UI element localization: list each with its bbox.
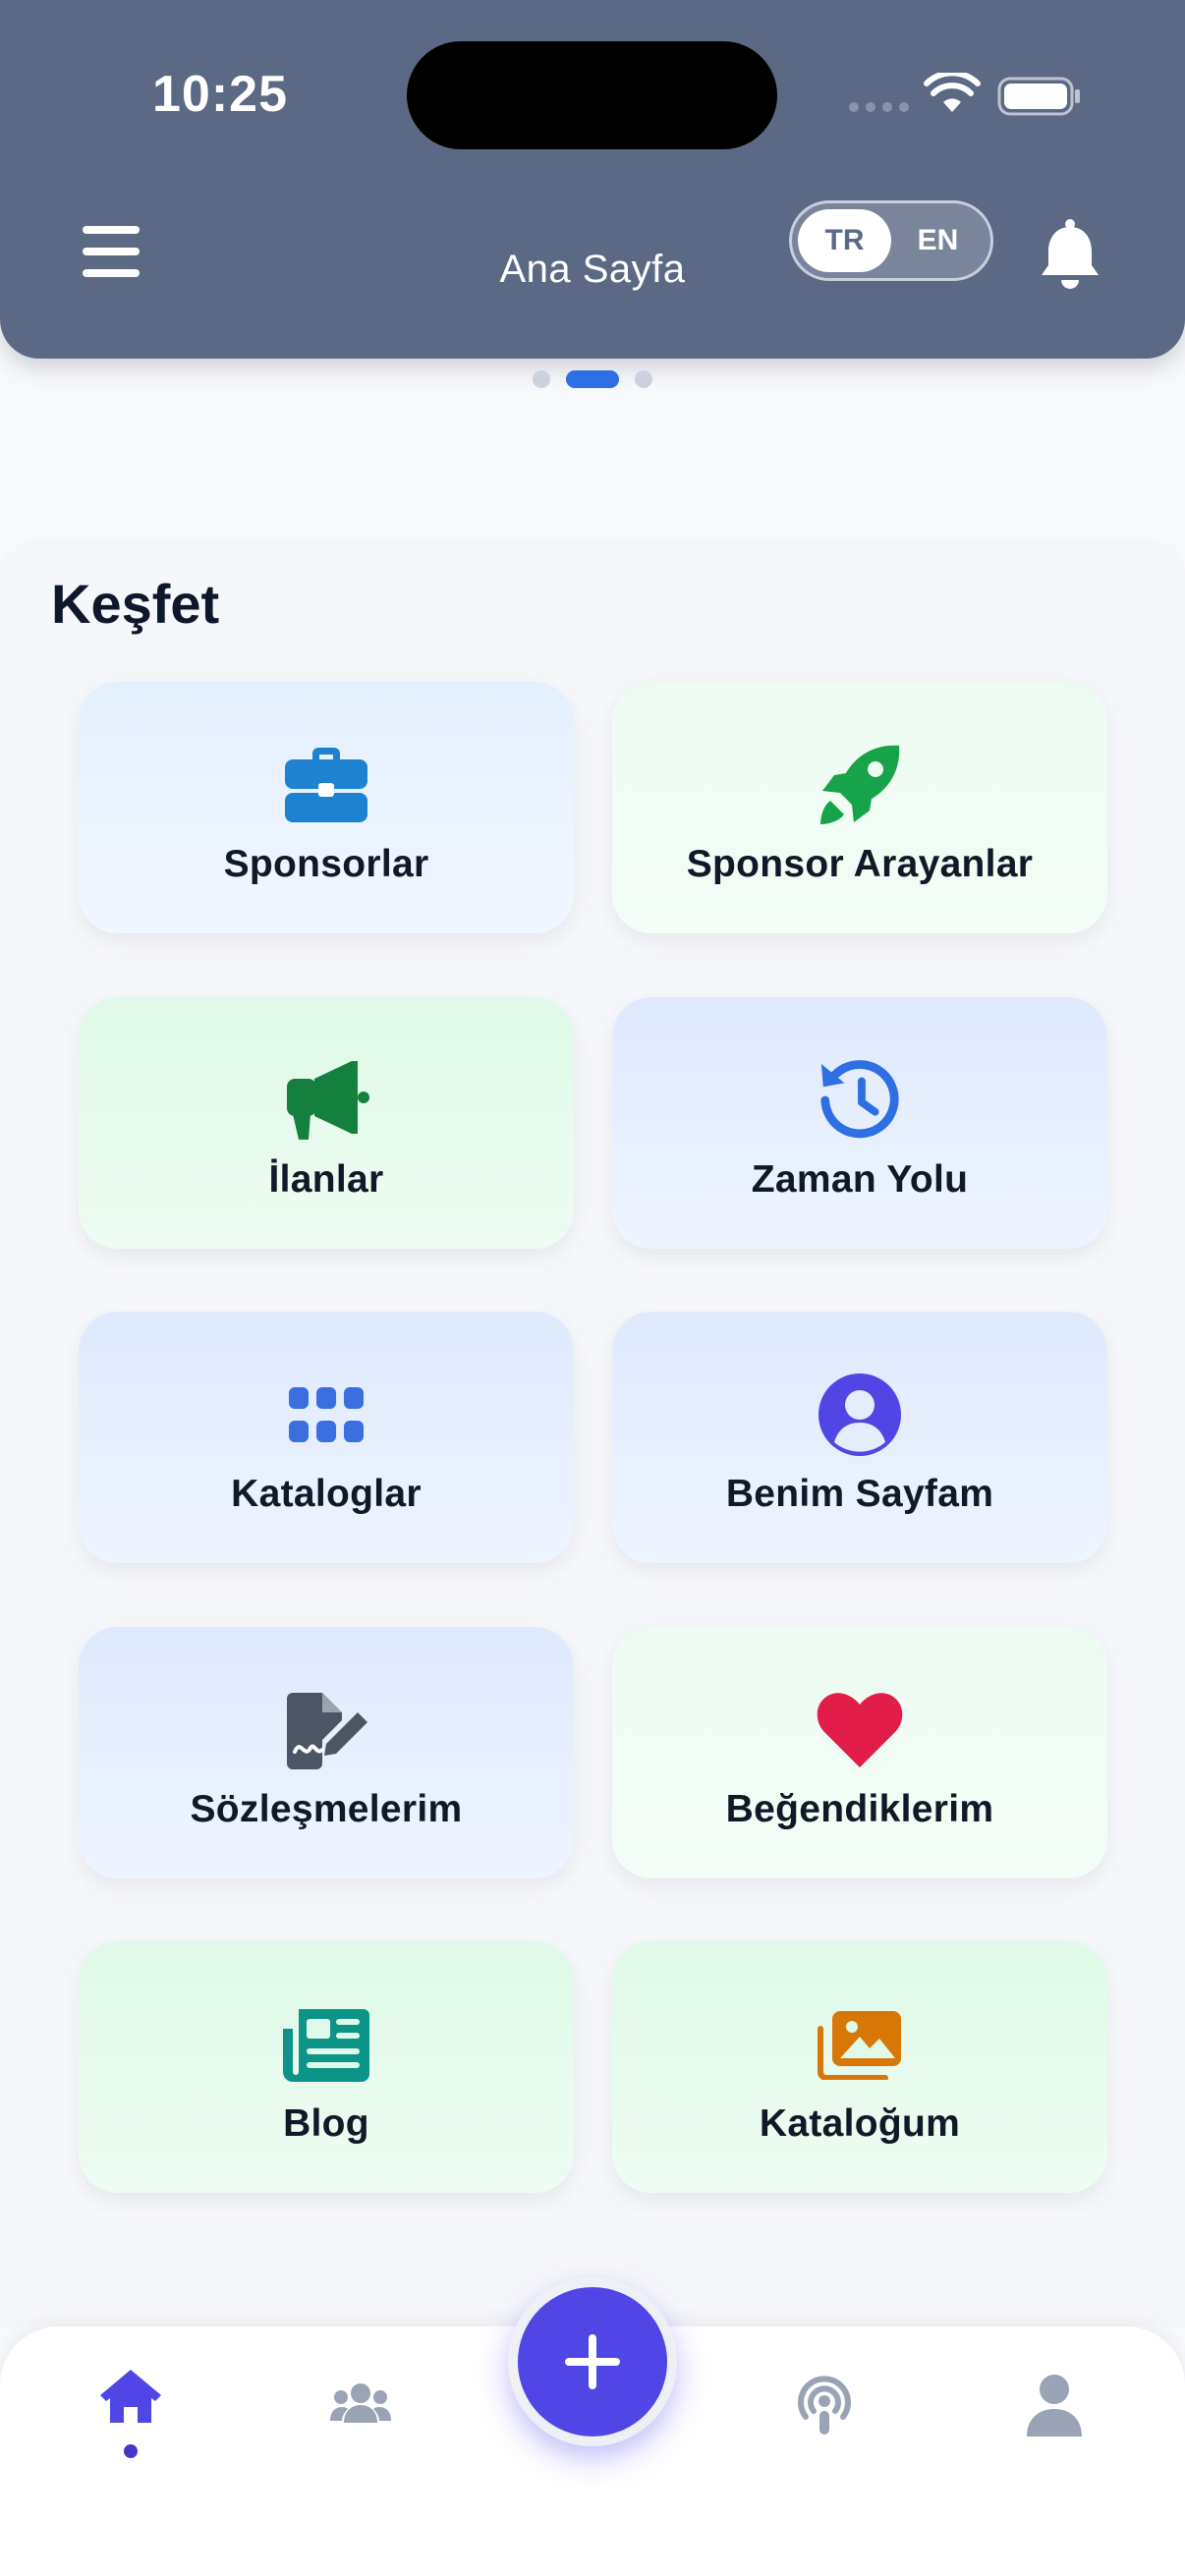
card-label: İlanlar <box>268 1158 384 1201</box>
card-label: Kataloglar <box>231 1473 422 1515</box>
cellular-signal-icon <box>849 102 909 112</box>
card-ilanlar[interactable]: İlanlar <box>79 997 574 1249</box>
nav-podcast-icon[interactable] <box>780 2368 869 2446</box>
rocket-icon <box>816 741 904 829</box>
nav-users-icon[interactable] <box>316 2368 405 2446</box>
page-title: Ana Sayfa <box>499 248 686 291</box>
card-label: Benim Sayfam <box>725 1473 994 1515</box>
plus-icon <box>565 2334 620 2389</box>
megaphone-icon <box>282 1056 370 1145</box>
card-label: Beğendiklerim <box>725 1788 994 1830</box>
nav-active-indicator <box>124 2444 138 2458</box>
bell-icon[interactable] <box>1038 218 1102 293</box>
nav-profile-icon[interactable] <box>1010 2368 1099 2446</box>
card-zaman-yolu[interactable]: Zaman Yolu <box>612 997 1107 1249</box>
contract-signature-icon <box>282 1686 370 1774</box>
grid-icon <box>282 1371 370 1459</box>
images-icon <box>816 2000 904 2089</box>
battery-icon <box>997 77 1080 116</box>
card-label: Sözleşmelerim <box>190 1788 463 1830</box>
wifi-icon <box>924 73 981 112</box>
heart-icon <box>816 1686 904 1774</box>
card-label: Kataloğum <box>759 2102 961 2145</box>
newspaper-icon <box>282 2000 370 2089</box>
card-sponsorlar[interactable]: Sponsorlar <box>79 682 574 933</box>
page-indicator <box>0 370 1185 388</box>
history-icon <box>816 1056 904 1145</box>
add-button[interactable] <box>508 2277 677 2446</box>
lang-option-tr[interactable]: TR <box>798 209 891 272</box>
dynamic-island <box>407 41 777 149</box>
page-dot[interactable] <box>533 370 550 388</box>
briefcase-icon <box>282 741 370 829</box>
nav-home-icon[interactable] <box>86 2368 175 2446</box>
lang-option-en[interactable]: EN <box>891 209 985 272</box>
card-label: Blog <box>283 2102 369 2145</box>
card-kataloglar[interactable]: Kataloglar <box>79 1312 574 1563</box>
card-benim-sayfam[interactable]: Benim Sayfam <box>612 1312 1107 1563</box>
page-dot-active[interactable] <box>566 370 619 388</box>
card-blog[interactable]: Blog <box>79 1941 574 2193</box>
card-label: Sponsor Arayanlar <box>686 843 1034 885</box>
status-time: 10:25 <box>152 66 288 123</box>
page-dot[interactable] <box>635 370 652 388</box>
card-katalogum[interactable]: Kataloğum <box>612 1941 1107 2193</box>
card-sponsor-arayanlar[interactable]: Sponsor Arayanlar <box>612 682 1107 933</box>
hamburger-menu-icon[interactable] <box>83 226 145 281</box>
section-title: Keşfet <box>51 573 220 635</box>
card-label: Sponsorlar <box>223 843 429 885</box>
card-label: Zaman Yolu <box>751 1158 969 1201</box>
user-circle-icon <box>816 1371 904 1459</box>
language-toggle[interactable]: TR EN <box>789 200 993 281</box>
card-begendiklerim[interactable]: Beğendiklerim <box>612 1627 1107 1878</box>
card-sozlesmelerim[interactable]: Sözleşmelerim <box>79 1627 574 1878</box>
